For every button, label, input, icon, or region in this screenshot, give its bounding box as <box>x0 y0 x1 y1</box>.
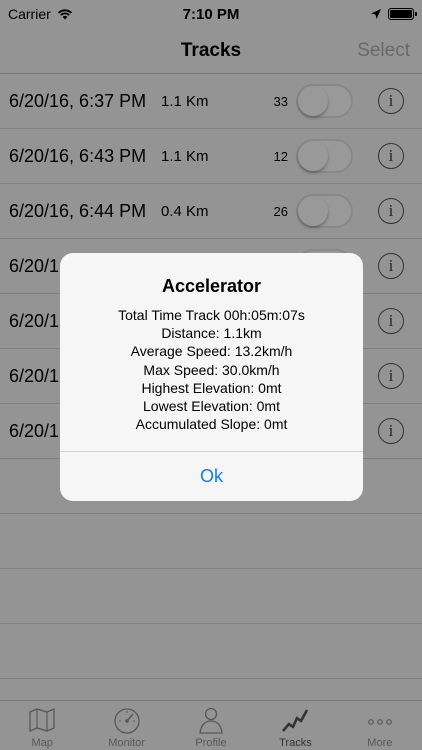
alert-line-total-time: Total Time Track 00h:05m:07s <box>118 307 305 323</box>
alert-line-lowest-elevation: Lowest Elevation: 0mt <box>143 398 280 415</box>
alert-dialog: Accelerator Total Time Track 00h:05m:07s… <box>60 253 363 501</box>
alert-line-highest-elevation: Highest Elevation: 0mt <box>141 379 282 396</box>
alert-line-max-speed: Max Speed: 30.0km/h <box>143 361 280 378</box>
alert-line-distance: Distance: 1.1km <box>161 325 262 342</box>
alert-line-average-speed: Average Speed: 13.2km/h <box>130 343 293 360</box>
alert-message: Total Time Track 00h:05m:07s Distance: 1… <box>60 306 363 433</box>
alert-line-accumulated-slope: Accumulated Slope: 0mt <box>135 416 288 433</box>
ok-button[interactable]: Ok <box>60 451 363 501</box>
alert-title: Accelerator <box>161 276 262 296</box>
